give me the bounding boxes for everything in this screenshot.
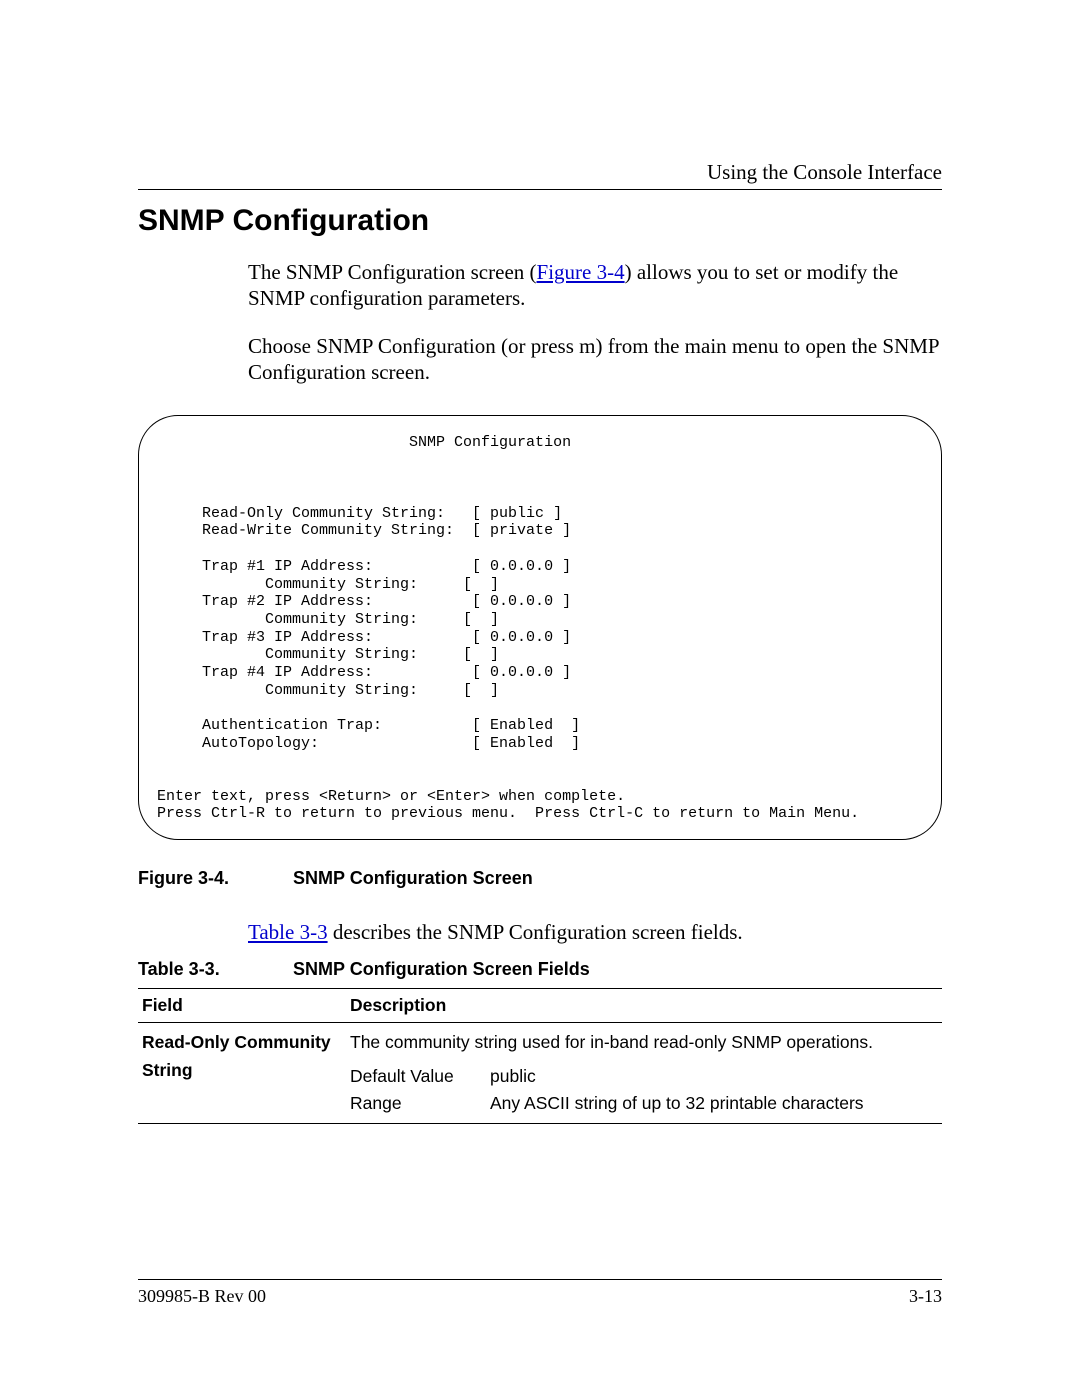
figure-link[interactable]: Figure 3-4 xyxy=(537,260,625,284)
range-label: Range xyxy=(350,1090,490,1117)
figure-caption: Figure 3-4. SNMP Configuration Screen xyxy=(138,868,942,889)
header-rule xyxy=(138,189,942,190)
page-footer: 309985-B Rev 00 3-13 xyxy=(138,1279,942,1307)
th-field: Field xyxy=(138,989,346,1023)
intro-paragraph-1: The SNMP Configuration screen (Figure 3-… xyxy=(248,259,942,312)
intro-paragraph-2: Choose SNMP Configuration (or press m) f… xyxy=(248,333,942,386)
text: The SNMP Configuration screen ( xyxy=(248,260,537,284)
figure-caption-label: Figure 3-4. xyxy=(138,868,288,889)
range-row: Range Any ASCII string of up to 32 print… xyxy=(350,1090,938,1117)
table-caption-label: Table 3-3. xyxy=(138,959,288,980)
table-caption-title: SNMP Configuration Screen Fields xyxy=(293,959,590,979)
console-screen-figure: SNMP Configuration Read-Only Community S… xyxy=(138,415,942,840)
running-header: Using the Console Interface xyxy=(138,160,942,185)
table-row: Read-Only Community String The community… xyxy=(138,1023,942,1123)
table-header-row: Field Description xyxy=(138,989,942,1023)
default-value: public xyxy=(490,1063,536,1090)
range-value: Any ASCII string of up to 32 printable c… xyxy=(490,1090,864,1117)
text: describes the SNMP Configuration screen … xyxy=(328,920,743,944)
desc-summary: The community string used for in-band re… xyxy=(350,1029,938,1056)
table-intro-paragraph: Table 3-3 describes the SNMP Configurati… xyxy=(248,919,942,945)
default-value-label: Default Value xyxy=(350,1063,490,1090)
section-title: SNMP Configuration xyxy=(138,204,942,238)
footer-rule xyxy=(138,1279,942,1280)
fields-table: Field Description Read-Only Community St… xyxy=(138,988,942,1123)
field-name-cell: Read-Only Community String xyxy=(138,1023,346,1123)
table-link[interactable]: Table 3-3 xyxy=(248,920,328,944)
page: Using the Console Interface SNMP Configu… xyxy=(0,0,1080,1397)
table-caption: Table 3-3. SNMP Configuration Screen Fie… xyxy=(138,959,942,980)
th-description: Description xyxy=(346,989,942,1023)
doc-id: 309985-B Rev 00 xyxy=(138,1286,266,1307)
default-value-row: Default Value public xyxy=(350,1063,938,1090)
figure-caption-title: SNMP Configuration Screen xyxy=(293,868,533,888)
field-desc-cell: The community string used for in-band re… xyxy=(346,1023,942,1123)
page-number: 3-13 xyxy=(909,1286,942,1307)
